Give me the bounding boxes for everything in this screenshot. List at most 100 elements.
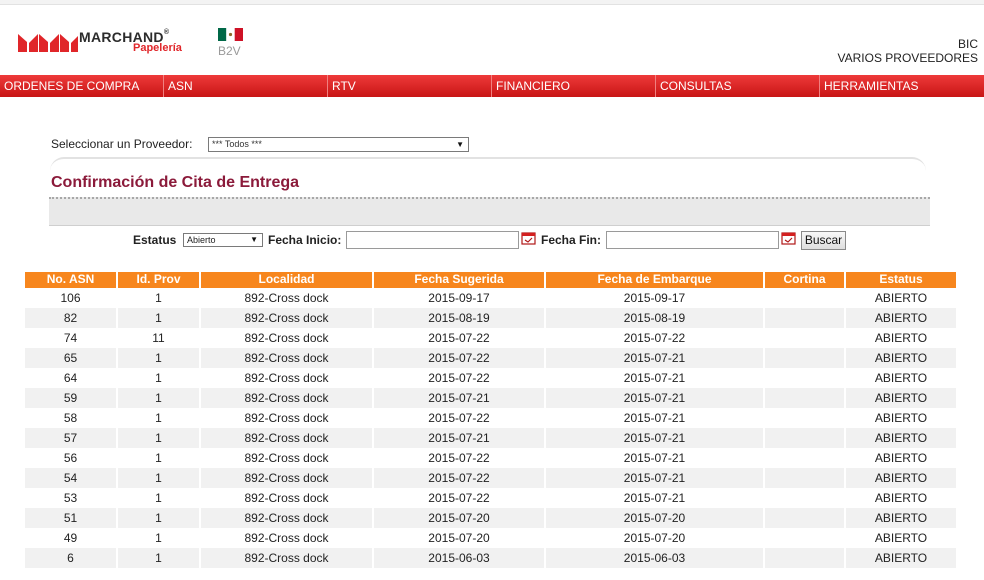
suggested-date-cell: 2015-07-20 (374, 508, 544, 528)
asn-number-cell: 56 (63, 451, 78, 465)
dock-cell (765, 548, 844, 568)
nav-item-asn[interactable]: ASN (164, 75, 328, 97)
shipping-date-cell: 2015-07-21 (623, 411, 686, 425)
table-row[interactable]: 74 11 892-Cross dock 2015-07-22 2015-07-22 AB… (25, 328, 956, 348)
asn-number-cell: 51 (25, 508, 116, 528)
asn-number-cell: 59 (25, 388, 116, 408)
start-date-input[interactable] (346, 231, 519, 249)
table-row[interactable]: 54 1 892-Cross dock 2015-07-22 2015-07-21 ABI… (25, 468, 956, 488)
table-row[interactable]: 56 1 892-Cross dock 2015-07-22 2015-07-21 ABI… (25, 448, 956, 468)
shipping-date-cell: 2015-08-19 (546, 308, 763, 328)
provider-id-cell: 1 (118, 388, 199, 408)
calendar-icon[interactable] (521, 231, 536, 245)
portal-label: B2V (218, 44, 241, 58)
location-cell: 892-Cross dock (244, 371, 329, 385)
column-header[interactable]: Cortina (765, 272, 844, 288)
shipping-date-cell: 2015-07-21 (623, 371, 686, 385)
status-cell: ABIERTO (846, 548, 956, 568)
provider-id-cell: 11 (152, 331, 165, 345)
provider-id-cell: 1 (118, 308, 199, 328)
column-header[interactable]: Id. Prov (118, 272, 199, 288)
location-cell: 892-Cross dock (201, 428, 372, 448)
location-cell: 892-Cross dock (201, 308, 372, 328)
location-cell: 892-Cross dock (201, 508, 372, 528)
provider-id-cell: 1 (155, 531, 162, 545)
dock-cell (765, 528, 844, 548)
provider-id-cell: 1 (118, 348, 199, 368)
nav-item-herramientas[interactable]: HERRAMIENTAS (820, 75, 984, 97)
provider-id-cell: 1 (118, 508, 199, 528)
table-row[interactable]: 6 1 892-Cross dock 2015-06-03 2015-06-03 ABIE… (25, 548, 956, 568)
page-title: Confirmación de Cita de Entrega (51, 174, 300, 191)
status-cell: ABIERTO (846, 388, 956, 408)
dock-cell (765, 408, 844, 428)
suggested-date-cell: 2015-06-03 (374, 548, 544, 568)
start-date-label: Fecha Inicio: (268, 233, 342, 247)
status-select-value: Abierto (187, 235, 216, 245)
suggested-date-cell: 2015-09-17 (428, 291, 490, 305)
asn-number-cell: 54 (25, 468, 116, 488)
shipping-date-cell: 2015-07-21 (546, 468, 763, 488)
table-row[interactable]: 64 1 892-Cross dock 2015-07-22 2015-07-21 ABI… (25, 368, 956, 388)
asn-number-cell: 64 (63, 371, 78, 385)
shipping-date-cell: 2015-07-20 (546, 508, 763, 528)
status-cell: ABIERTO (874, 291, 928, 305)
provider-id-cell: 1 (155, 371, 162, 385)
table-row[interactable]: 53 1 892-Cross dock 2015-07-22 2015-07-21 ABI… (25, 488, 956, 508)
suggested-date-cell: 2015-07-22 (374, 468, 544, 488)
calendar-icon[interactable] (781, 231, 796, 245)
suggested-date-cell: 2015-07-22 (428, 371, 490, 385)
suggested-date-cell: 2015-07-20 (428, 531, 490, 545)
provider-id-cell: 1 (155, 291, 162, 305)
suggested-date-cell: 2015-07-21 (374, 428, 544, 448)
dock-cell (765, 368, 844, 388)
status-select[interactable]: Abierto ▼ (183, 233, 263, 247)
location-cell: 892-Cross dock (244, 531, 329, 545)
table-row[interactable]: 82 1 892-Cross dock 2015-08-19 2015-08-19 ABI… (25, 308, 956, 328)
column-header[interactable]: Fecha Sugerida (374, 272, 544, 288)
search-button[interactable]: Buscar (801, 231, 846, 250)
end-date-input[interactable] (606, 231, 779, 249)
panel-toolbar (49, 197, 930, 226)
column-header[interactable]: No. ASN (25, 272, 116, 288)
location-cell: 892-Cross dock (201, 548, 372, 568)
status-cell: ABIERTO (874, 371, 928, 385)
table-header: No. ASN Id. Prov Localidad Fecha Sugerid… (25, 272, 956, 288)
nav-item-financiero[interactable]: FINANCIERO (492, 75, 656, 97)
location-cell: 892-Cross dock (201, 348, 372, 368)
nav-item-ordenes-de-compra[interactable]: ORDENES DE COMPRA (0, 75, 164, 97)
table-row[interactable]: 65 1 892-Cross dock 2015-07-22 2015-07-21 ABI… (25, 348, 956, 368)
provider-id-cell: 1 (118, 428, 199, 448)
asn-number-cell: 6 (25, 548, 116, 568)
location-cell: 892-Cross dock (244, 491, 329, 505)
asn-number-cell: 65 (25, 348, 116, 368)
end-date-label: Fecha Fin: (541, 233, 602, 247)
table-row[interactable]: 49 1 892-Cross dock 2015-07-20 2015-07-20 ABI… (25, 528, 956, 548)
table-row[interactable]: 58 1 892-Cross dock 2015-07-22 2015-07-21 ABI… (25, 408, 956, 428)
status-cell: ABIERTO (846, 308, 956, 328)
asn-number-cell: 58 (63, 411, 78, 425)
shipping-date-cell: 2015-09-17 (623, 291, 686, 305)
dropdown-arrow-icon: ▼ (456, 140, 464, 149)
nav-item-rtv[interactable]: RTV (328, 75, 492, 97)
provider-select[interactable]: *** Todos *** ▼ (208, 137, 469, 152)
table-row[interactable]: 59 1 892-Cross dock 2015-07-21 2015-07-21 ABI… (25, 388, 956, 408)
table-row[interactable]: 51 1 892-Cross dock 2015-07-20 2015-07-20 ABI… (25, 508, 956, 528)
table-row[interactable]: 57 1 892-Cross dock 2015-07-21 2015-07-21 ABI… (25, 428, 956, 448)
dock-cell (765, 448, 844, 468)
table-row[interactable]: 106 1 892-Cross dock 2015-09-17 2015-09-17 AB… (25, 288, 956, 308)
nav-item-consultas[interactable]: CONSULTAS (656, 75, 820, 97)
provider-select-value: *** Todos *** (212, 139, 262, 149)
dock-cell (765, 288, 844, 308)
column-header[interactable]: Localidad (201, 272, 372, 288)
dock-cell (765, 488, 844, 508)
dock-cell (765, 328, 844, 348)
column-header[interactable]: Fecha de Embarque (546, 272, 763, 288)
asn-number-cell: 106 (60, 291, 81, 305)
marchand-logo[interactable]: MARCHAND® Papelería (18, 29, 198, 57)
column-header[interactable]: Estatus (846, 272, 956, 288)
suggested-date-cell: 2015-07-22 (374, 348, 544, 368)
shipping-date-cell: 2015-06-03 (546, 548, 763, 568)
asn-table: No. ASN Id. Prov Localidad Fecha Sugerid… (25, 272, 956, 568)
status-cell: ABIERTO (846, 428, 956, 448)
